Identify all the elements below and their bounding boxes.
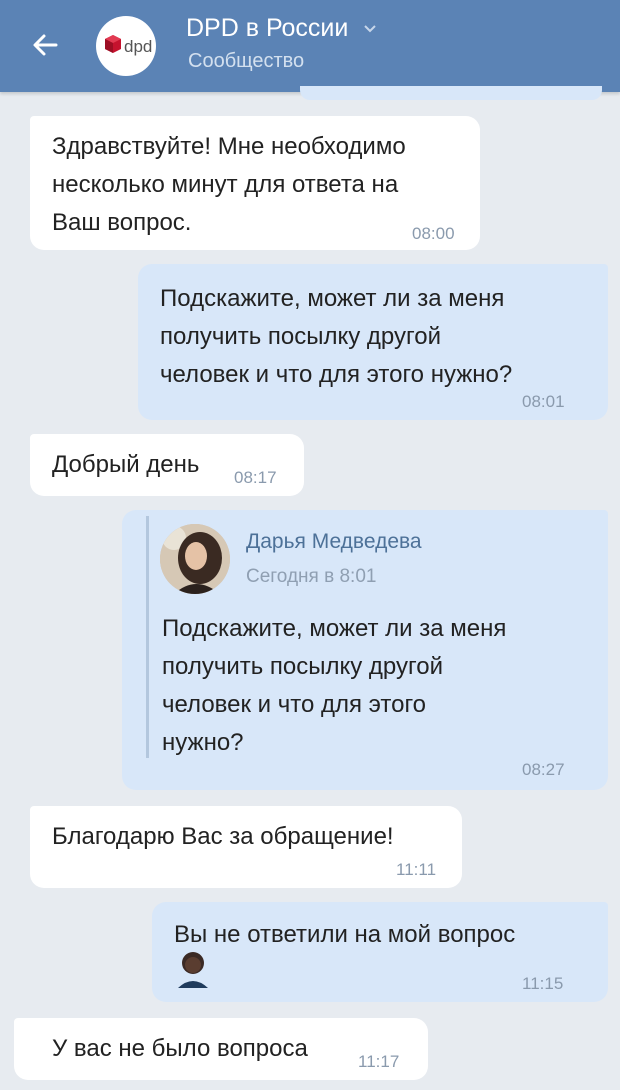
person-emoji	[178, 952, 208, 988]
quote-text: Подскажите, может ли за меня получить по…	[162, 615, 507, 756]
message-text: Благодарю Вас за обращение!	[52, 823, 394, 850]
user-photo	[160, 524, 230, 594]
page-title[interactable]: DPD в России	[186, 14, 377, 43]
message-time: 08:27	[522, 760, 565, 779]
message-text: Добрый день	[52, 451, 200, 478]
community-avatar[interactable]: dpd	[96, 16, 156, 76]
back-button[interactable]	[22, 20, 78, 70]
message-time: 08:00	[412, 224, 455, 243]
dpd-logo: dpd	[105, 35, 152, 56]
quote-date: Сегодня в 8:01	[246, 566, 377, 587]
avatar[interactable]	[160, 524, 230, 594]
logo-text: dpd	[124, 37, 152, 56]
message-time: 11:11	[396, 860, 437, 879]
back-arrow-icon	[33, 34, 58, 56]
previous-message-edge	[300, 86, 602, 100]
message-text: Подскажите, может ли за меня получить по…	[160, 285, 513, 388]
community-type: Сообщество	[188, 50, 305, 72]
message-text: Здравствуйте! Мне необходимо несколько м…	[52, 133, 406, 236]
quote-bar	[146, 516, 149, 758]
message-text: Вы не ответили на мой вопрос	[174, 921, 516, 948]
community-name: DPD в России	[186, 14, 349, 42]
quote-author[interactable]: Дарья Медведева	[246, 530, 422, 554]
message-time: 08:17	[234, 468, 277, 487]
chevron-down-icon	[364, 25, 377, 33]
message-time: 11:17	[358, 1052, 400, 1071]
message-time: 11:15	[522, 974, 564, 993]
top-bar: dpd DPD в России Сообщество	[0, 0, 620, 92]
message-time: 08:01	[522, 392, 565, 411]
message-text: У вас не было вопроса	[52, 1035, 308, 1062]
